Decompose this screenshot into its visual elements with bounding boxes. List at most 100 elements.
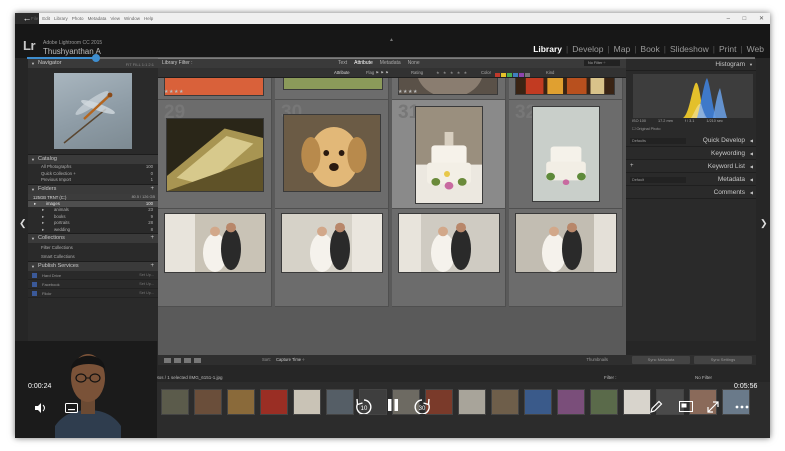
- filmstrip-thumbnail[interactable]: [194, 389, 222, 415]
- color-swatch[interactable]: [525, 73, 530, 77]
- menu-item-edit[interactable]: Edit: [42, 16, 50, 21]
- saved-preset-select[interactable]: Defaults: [630, 138, 686, 144]
- grid-view-icon[interactable]: [164, 358, 171, 363]
- filmstrip-filter-select[interactable]: No Filter: [695, 374, 712, 382]
- module-develop[interactable]: Develop: [572, 44, 603, 54]
- module-web[interactable]: Web: [747, 44, 764, 54]
- grid-cell[interactable]: 30: [275, 100, 389, 209]
- minimize-icon[interactable]: –: [727, 16, 730, 22]
- maximize-icon[interactable]: □: [743, 16, 747, 22]
- filmstrip-thumbnail[interactable]: [227, 389, 255, 415]
- comments-header[interactable]: Comments ◀: [626, 186, 756, 199]
- grid-cell[interactable]: 31: [392, 100, 506, 209]
- navigator-preview[interactable]: [28, 68, 158, 154]
- color-swatch[interactable]: [513, 73, 518, 77]
- grid-cell[interactable]: 32: [509, 100, 623, 209]
- publish-service-item[interactable]: Hard Drive Set Up...: [28, 271, 158, 280]
- filter-tab-attribute[interactable]: Attribute: [354, 60, 373, 66]
- flag-icon[interactable]: ⚑ ⚑ ⚑: [375, 70, 389, 75]
- close-icon[interactable]: ✕: [759, 16, 764, 22]
- filmstrip-thumbnail[interactable]: [623, 389, 651, 415]
- publish-services-header[interactable]: ▼ Publish Services +: [28, 261, 158, 271]
- metadata-preset-select[interactable]: Default: [630, 177, 686, 183]
- captions-icon[interactable]: [65, 403, 78, 413]
- more-options-icon[interactable]: [735, 403, 749, 411]
- grid-cell[interactable]: 36: [509, 209, 623, 307]
- filmstrip-thumbnail[interactable]: [722, 389, 750, 415]
- collection-item[interactable]: Smart Collections: [28, 252, 158, 261]
- filmstrip-thumbnail[interactable]: [590, 389, 618, 415]
- publish-service-setup[interactable]: Set Up...: [139, 289, 154, 298]
- grid-cell[interactable]: 34: [275, 209, 389, 307]
- color-swatch[interactable]: [495, 73, 500, 77]
- volume-row[interactable]: 125GB TRNT (C:) 80.5 / 126 GB: [28, 193, 158, 201]
- module-book[interactable]: Book: [640, 44, 659, 54]
- left-panel-toggle-icon[interactable]: ❮: [19, 218, 27, 229]
- pencil-icon[interactable]: [649, 400, 663, 414]
- filmstrip-thumbnail[interactable]: [260, 389, 288, 415]
- menu-item-window[interactable]: Window: [124, 16, 140, 21]
- right-panel-toggle-icon[interactable]: ❯: [760, 218, 768, 229]
- grid-cell[interactable]: 33: [158, 209, 272, 307]
- menu-item-view[interactable]: View: [110, 16, 120, 21]
- filter-tab-text[interactable]: Text: [338, 60, 347, 66]
- filmstrip-thumbnail[interactable]: [524, 389, 552, 415]
- catalog-header[interactable]: ▼ Catalog: [28, 154, 158, 164]
- sort-select[interactable]: Capture Time ÷: [276, 355, 305, 365]
- volume-icon[interactable]: [35, 403, 47, 413]
- publish-service-item[interactable]: Flickr Set Up...: [28, 289, 158, 298]
- add-publish-service-icon[interactable]: +: [150, 262, 154, 271]
- publish-service-setup[interactable]: Set Up...: [139, 271, 154, 280]
- photo-grid[interactable]: ★★★★ ★★★★ 29303132 33343536: [158, 78, 626, 355]
- color-swatch[interactable]: [507, 73, 512, 77]
- color-swatch[interactable]: [501, 73, 506, 77]
- filmstrip-thumbnail[interactable]: [326, 389, 354, 415]
- filmstrip-thumbnail[interactable]: [491, 389, 519, 415]
- folders-header[interactable]: ▼ Folders +: [28, 183, 158, 194]
- survey-view-icon[interactable]: [194, 358, 201, 363]
- keyword-list-header[interactable]: + Keyword List ◀: [626, 160, 756, 173]
- menu-item-photo[interactable]: Photo: [72, 16, 84, 21]
- compare-view-icon[interactable]: [184, 358, 191, 363]
- original-photo-checkbox[interactable]: ☐ Original Photo: [632, 126, 661, 131]
- color-swatch[interactable]: [519, 73, 524, 77]
- filter-tab-metadata[interactable]: Metadata: [380, 60, 401, 66]
- filmstrip-thumbnail[interactable]: [293, 389, 321, 415]
- filter-tab-none[interactable]: None: [408, 60, 420, 66]
- menu-item-file[interactable]: File: [31, 16, 38, 21]
- collapse-top-icon[interactable]: ▲: [389, 37, 394, 43]
- sync-metadata-button[interactable]: Sync Metadata: [632, 356, 690, 364]
- fullscreen-icon[interactable]: [707, 401, 719, 413]
- grid-cell[interactable]: 35: [392, 209, 506, 307]
- publish-service-item[interactable]: Facebook Set Up...: [28, 280, 158, 289]
- filmstrip[interactable]: [155, 382, 770, 438]
- metadata-header[interactable]: Default Metadata ◀: [626, 173, 756, 186]
- module-map[interactable]: Map: [614, 44, 631, 54]
- grid-cell[interactable]: 29: [158, 100, 272, 209]
- kind-filter[interactable]: Kind: [546, 68, 554, 78]
- publish-service-setup[interactable]: Set Up...: [139, 280, 154, 289]
- keywording-header[interactable]: Keywording ◀: [626, 147, 756, 160]
- add-keyword-icon[interactable]: +: [630, 160, 634, 173]
- sync-settings-button[interactable]: Sync Settings: [694, 356, 752, 364]
- menu-item-metadata[interactable]: Metadata: [88, 16, 107, 21]
- view-mode-icons[interactable]: [164, 357, 204, 367]
- filmstrip-thumbnail[interactable]: [458, 389, 486, 415]
- quick-develop-header[interactable]: Defaults Quick Develop ◀: [626, 134, 756, 147]
- menu-item-help[interactable]: Help: [144, 16, 153, 21]
- collection-item[interactable]: Filter Collections: [28, 243, 158, 252]
- grid-cell[interactable]: [509, 78, 623, 100]
- filmstrip-thumbnail[interactable]: [161, 389, 189, 415]
- loupe-view-icon[interactable]: [174, 358, 181, 363]
- picture-in-picture-icon[interactable]: [679, 401, 693, 413]
- menu-item-library[interactable]: Library: [54, 16, 68, 21]
- pause-icon[interactable]: [383, 395, 403, 415]
- module-library[interactable]: Library: [533, 44, 562, 54]
- module-print[interactable]: Print: [719, 44, 736, 54]
- histogram-header[interactable]: Histogram ▼: [626, 58, 756, 71]
- rewind-10-icon[interactable]: 10: [355, 398, 373, 414]
- rating-stars[interactable]: ★ ★ ★ ★ ★: [436, 68, 468, 78]
- filter-preset-select[interactable]: No Filter ÷: [584, 60, 620, 66]
- grid-cell[interactable]: [275, 78, 389, 100]
- grid-cell[interactable]: ★★★★: [392, 78, 506, 100]
